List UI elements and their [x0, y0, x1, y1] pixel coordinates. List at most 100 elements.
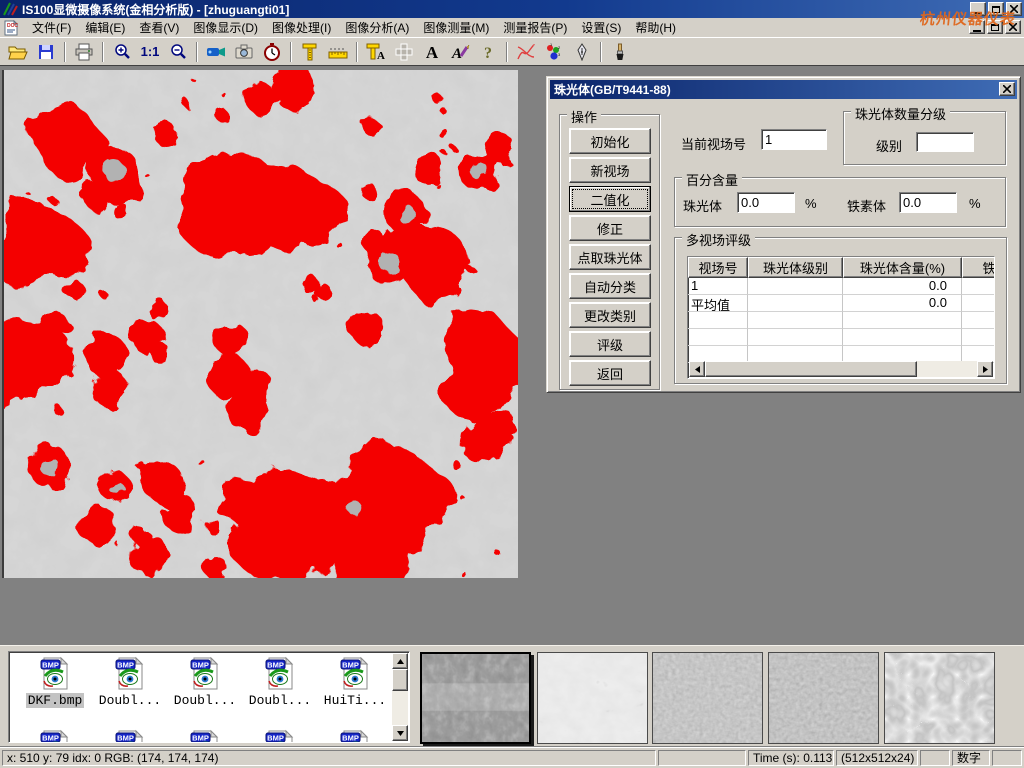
ferrite-percent-input[interactable]: [899, 192, 957, 213]
status-bar: x: 510 y: 79 idx: 0 RGB: (174, 174, 174)…: [0, 746, 1024, 768]
classify-button[interactable]: 123: [540, 40, 568, 64]
file-name[interactable]: DKF.bmp: [26, 693, 85, 708]
auto-classify-button[interactable]: 自动分类: [569, 273, 651, 299]
photo-camera-button[interactable]: [230, 40, 258, 64]
table-row[interactable]: [688, 329, 994, 346]
brush-button[interactable]: [606, 40, 634, 64]
timer-button[interactable]: [258, 40, 286, 64]
image-size: (512x512x24): [841, 751, 914, 765]
file-item[interactable]: BMPDKF.bmp: [19, 656, 91, 708]
level-input[interactable]: [916, 132, 974, 152]
table-horizontal-scrollbar[interactable]: [689, 361, 993, 377]
menu-image-analysis[interactable]: 图像分析(A): [338, 17, 416, 38]
col-field-number[interactable]: 视场号: [688, 257, 748, 278]
file-name[interactable]: Doubl...: [172, 693, 238, 708]
toolbar-separator: [356, 42, 358, 62]
svg-text:2: 2: [558, 45, 561, 50]
correct-button[interactable]: 修正: [569, 215, 651, 241]
binarize-button[interactable]: 二值化: [569, 186, 651, 212]
file-name[interactable]: Doubl...: [97, 693, 163, 708]
scrollbar-thumb[interactable]: [392, 669, 408, 691]
initialize-button[interactable]: 初始化: [569, 128, 651, 154]
menu-measure-report[interactable]: 测量报告(P): [496, 17, 574, 38]
video-camera-button[interactable]: [202, 40, 230, 64]
file-list-scrollbar[interactable]: [392, 653, 408, 741]
scrollbar-thumb[interactable]: [705, 361, 917, 377]
col-ferrite[interactable]: 铁素体: [962, 257, 995, 278]
pearlite-percent-input[interactable]: [737, 192, 795, 213]
zoom-in-button[interactable]: [108, 40, 136, 64]
file-item[interactable]: BMP: [319, 729, 391, 743]
menu-image-display[interactable]: 图像显示(D): [186, 17, 265, 38]
menu-image-measure[interactable]: 图像测量(M): [416, 17, 496, 38]
table-row[interactable]: 1 0.0: [688, 278, 994, 295]
scroll-left-button[interactable]: [689, 361, 705, 377]
thumbnail-5[interactable]: [884, 652, 995, 744]
col-pearlite-grade[interactable]: 珠光体级别: [748, 257, 843, 278]
empty-panel: [658, 750, 746, 766]
cell: 0.0: [843, 278, 962, 295]
dialog-title-bar[interactable]: 珠光体(GB/T9441-88): [550, 80, 1017, 99]
thumbnail-4-image: [769, 653, 878, 743]
pen-button[interactable]: [568, 40, 596, 64]
thumbnail-1[interactable]: [420, 652, 531, 744]
file-item[interactable]: BMP: [94, 729, 166, 743]
analysis-image[interactable]: [2, 70, 518, 578]
file-item[interactable]: BMP: [244, 729, 316, 743]
open-button[interactable]: [4, 40, 32, 64]
grid-button[interactable]: [390, 40, 418, 64]
rating-table: 视场号 珠光体级别 珠光体含量(%) 铁素体 1 0.0 平均值: [687, 256, 995, 379]
ruler-button[interactable]: [324, 40, 352, 64]
help-button[interactable]: ?: [474, 40, 502, 64]
table-row[interactable]: 平均值 0.0: [688, 295, 994, 312]
bmp-file-icon: BMP: [337, 729, 373, 743]
dialog-close-button[interactable]: [999, 82, 1015, 96]
change-class-button[interactable]: 更改类别: [569, 302, 651, 328]
thumbnail-3[interactable]: [652, 652, 763, 744]
menu-image-process[interactable]: 图像处理(I): [265, 17, 338, 38]
file-name[interactable]: Doubl...: [247, 693, 313, 708]
zoom-out-button[interactable]: [164, 40, 192, 64]
file-item[interactable]: BMPDoubl...: [169, 656, 241, 708]
file-item[interactable]: BMPDoubl...: [94, 656, 166, 708]
return-button[interactable]: 返回: [569, 360, 651, 386]
scroll-left-icon: [695, 366, 700, 373]
grade-button[interactable]: 评级: [569, 331, 651, 357]
scroll-up-button[interactable]: [392, 653, 408, 669]
thumbnail-2[interactable]: [537, 652, 648, 744]
file-item[interactable]: BMP: [169, 729, 241, 743]
file-item[interactable]: BMPDoubl...: [244, 656, 316, 708]
print-button[interactable]: [70, 40, 98, 64]
table-row[interactable]: [688, 312, 994, 329]
save-icon: [37, 43, 55, 61]
file-item[interactable]: BMPHuiTi...: [319, 656, 391, 708]
menu-help[interactable]: 帮助(H): [628, 17, 683, 38]
new-field-button[interactable]: 新视场: [569, 157, 651, 183]
pick-pearlite-button[interactable]: 点取珠光体: [569, 244, 651, 270]
menu-view[interactable]: 查看(V): [132, 17, 186, 38]
caliper-button[interactable]: [296, 40, 324, 64]
col-pearlite-content[interactable]: 珠光体含量(%): [843, 257, 962, 278]
text-button[interactable]: A: [418, 40, 446, 64]
app-icon: [2, 2, 18, 16]
toolbar-separator: [600, 42, 602, 62]
annotate-button[interactable]: A: [446, 40, 474, 64]
current-field-input[interactable]: [761, 129, 827, 150]
menu-settings[interactable]: 设置(S): [574, 17, 628, 38]
save-button[interactable]: [32, 40, 60, 64]
scroll-right-button[interactable]: [977, 361, 993, 377]
pearlite-label: 珠光体: [683, 196, 722, 215]
measure-text-icon: A: [366, 43, 386, 61]
actual-size-button[interactable]: 1:1: [136, 40, 164, 64]
file-item[interactable]: BMP: [19, 729, 91, 743]
curve-tool-button[interactable]: [512, 40, 540, 64]
file-list[interactable]: BMPDKF.bmpBMPDoubl...BMPDoubl...BMPDoubl…: [8, 651, 410, 743]
measure-text-button[interactable]: A: [362, 40, 390, 64]
thumbnail-4[interactable]: [768, 652, 879, 744]
menu-file[interactable]: 文件(F): [25, 17, 78, 38]
scroll-down-button[interactable]: [392, 725, 408, 741]
menu-edit[interactable]: 编辑(E): [78, 17, 132, 38]
file-name[interactable]: HuiTi...: [322, 693, 388, 708]
curve-tool-icon: [516, 43, 536, 61]
svg-text:BMP: BMP: [42, 734, 59, 743]
